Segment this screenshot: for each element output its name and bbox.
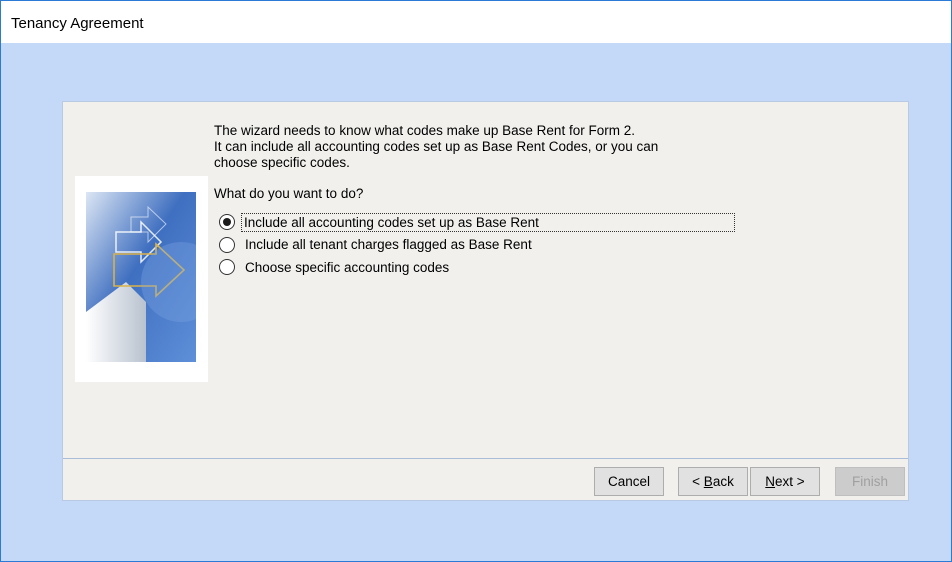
- option-label[interactable]: Include all tenant charges flagged as Ba…: [243, 236, 534, 253]
- intro-line-3: choose specific codes.: [214, 155, 350, 170]
- back-hotkey: B: [703, 474, 713, 489]
- back-arrow-glyph: <: [692, 474, 704, 489]
- next-hotkey: N: [765, 474, 776, 489]
- intro-line-1: The wizard needs to know what codes make…: [214, 123, 635, 138]
- wizard-intro-text: The wizard needs to know what codes make…: [214, 123, 774, 171]
- next-button[interactable]: Next >: [750, 467, 820, 496]
- finish-button-label: Finish: [851, 474, 888, 489]
- wizard-arrow-image: [86, 192, 196, 362]
- window-title: Tenancy Agreement: [11, 15, 144, 32]
- app-window: Tenancy Agreement The wizard needs to kn…: [0, 0, 952, 562]
- cancel-button[interactable]: Cancel: [594, 467, 664, 496]
- option-specific-codes[interactable]: Choose specific accounting codes: [219, 256, 735, 279]
- option-label[interactable]: Choose specific accounting codes: [243, 259, 451, 276]
- finish-button[interactable]: Finish: [835, 467, 905, 496]
- back-button[interactable]: < Back: [678, 467, 748, 496]
- radio-unselected-icon[interactable]: [219, 236, 235, 253]
- wizard-dialog: The wizard needs to know what codes make…: [62, 101, 909, 501]
- next-label-rest: ext >: [775, 474, 805, 489]
- option-all-base-rent-codes[interactable]: Include all accounting codes set up as B…: [219, 211, 735, 234]
- title-bar: Tenancy Agreement: [1, 1, 951, 43]
- button-separator: [63, 458, 908, 459]
- cancel-button-label: Cancel: [607, 474, 651, 489]
- intro-line-2: It can include all accounting codes set …: [214, 139, 659, 154]
- option-group: Include all accounting codes set up as B…: [219, 211, 735, 279]
- back-label-rest: ack: [712, 474, 734, 489]
- option-tenant-charges[interactable]: Include all tenant charges flagged as Ba…: [219, 234, 735, 257]
- option-label[interactable]: Include all accounting codes set up as B…: [241, 212, 735, 232]
- radio-unselected-icon[interactable]: [219, 259, 235, 276]
- radio-selected-icon[interactable]: [219, 214, 235, 231]
- wizard-illustration: [75, 176, 208, 382]
- wizard-question: What do you want to do?: [214, 186, 364, 201]
